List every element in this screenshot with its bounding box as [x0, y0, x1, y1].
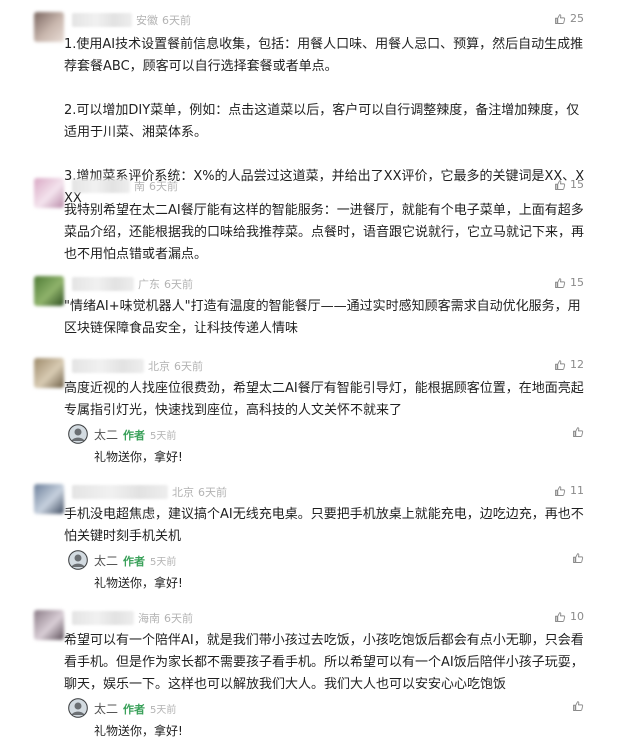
- comment-paragraph: "情绪AI+味觉机器人"打造有温度的智能餐厅——通过实时感知顾客需求自动优化服务…: [64, 299, 581, 336]
- avatar[interactable]: [34, 484, 64, 514]
- comment-text: 我特别希望在太二AI餐厅能有这样的智能服务：一进餐厅，就能有个电子菜单，上面有超…: [64, 200, 586, 266]
- like-button[interactable]: 15: [554, 178, 584, 191]
- timestamp: 6天前: [162, 14, 191, 27]
- like-button[interactable]: 25: [554, 12, 584, 25]
- username[interactable]: [72, 611, 134, 625]
- timestamp: 6天前: [149, 180, 178, 193]
- reply-timestamp: 5天前: [150, 705, 177, 716]
- like-button[interactable]: 11: [554, 484, 584, 497]
- reply-author-name[interactable]: 太二: [94, 426, 118, 443]
- timestamp: 6天前: [174, 360, 203, 373]
- reply-like-button[interactable]: [572, 552, 584, 564]
- username[interactable]: [72, 277, 134, 291]
- thumbs-up-icon: [572, 700, 584, 712]
- avatar[interactable]: [34, 358, 64, 388]
- comment-text: "情绪AI+味觉机器人"打造有温度的智能餐厅——通过实时感知顾客需求自动优化服务…: [64, 296, 586, 340]
- location: 海南: [138, 612, 160, 625]
- location: 广东: [138, 278, 160, 291]
- username[interactable]: [72, 359, 144, 373]
- comment-text: 手机没电超焦虑，建议搞个AI无线充电桌。只要把手机放桌上就能充电，边吃边充，再也…: [64, 504, 586, 548]
- author-badge: 作者: [123, 554, 146, 568]
- location: 北京: [148, 360, 170, 373]
- location: 北京: [172, 486, 194, 499]
- comment-paragraph: 希望可以有一个陪伴AI，就是我们带小孩过去吃饭，小孩吃饱饭后都会有点小无聊，只会…: [64, 633, 584, 692]
- username[interactable]: [72, 485, 168, 499]
- thumbs-up-icon: [554, 611, 566, 623]
- reply-header: 太二 作者 5天前: [94, 700, 176, 717]
- thumbs-up-icon: [554, 179, 566, 191]
- comment-text: 希望可以有一个陪伴AI，就是我们带小孩过去吃饭，小孩吃饱饭后都会有点小无聊，只会…: [64, 630, 586, 696]
- like-count: 15: [570, 178, 584, 191]
- timestamp: 6天前: [198, 486, 227, 499]
- like-button[interactable]: 12: [554, 358, 584, 371]
- like-button[interactable]: 15: [554, 276, 584, 289]
- reply-avatar[interactable]: [68, 550, 88, 570]
- reply-author-name[interactable]: 太二: [94, 700, 118, 717]
- author-badge: 作者: [123, 702, 146, 716]
- comment-text: 高度近视的人找座位很费劲，希望太二AI餐厅有智能引导灯，能根据顾客位置，在地面亮…: [64, 378, 586, 422]
- avatar[interactable]: [34, 276, 64, 306]
- thumbs-up-icon: [554, 359, 566, 371]
- thumbs-up-icon: [572, 426, 584, 438]
- reply-like-button[interactable]: [572, 700, 584, 712]
- timestamp: 6天前: [164, 612, 193, 625]
- like-count: 10: [570, 610, 584, 623]
- comment-meta: 南 6天前: [72, 178, 178, 194]
- reply-text: 礼物送你，拿好!: [94, 576, 183, 590]
- like-count: 25: [570, 12, 584, 25]
- reply-avatar[interactable]: [68, 698, 88, 718]
- comment-meta: 北京 6天前: [72, 484, 227, 500]
- comment-meta: 北京 6天前: [72, 358, 203, 374]
- reply-text: 礼物送你，拿好!: [94, 450, 183, 464]
- like-count: 15: [570, 276, 584, 289]
- reply-avatar[interactable]: [68, 424, 88, 444]
- reply-header: 太二 作者 5天前: [94, 426, 176, 443]
- reply-timestamp: 5天前: [150, 557, 177, 568]
- comment-paragraph: 1.使用AI技术设置餐前信息收集，包括：用餐人口味、用餐人忌口、预算，然后自动生…: [64, 37, 584, 74]
- thumbs-up-icon: [554, 485, 566, 497]
- thumbs-up-icon: [554, 13, 566, 25]
- reply-header: 太二 作者 5天前: [94, 552, 176, 569]
- like-button[interactable]: 10: [554, 610, 584, 623]
- comment-meta: 广东 6天前: [72, 276, 193, 292]
- reply-like-button[interactable]: [572, 426, 584, 438]
- avatar[interactable]: [34, 12, 64, 42]
- timestamp: 6天前: [164, 278, 193, 291]
- thumbs-up-icon: [554, 277, 566, 289]
- avatar[interactable]: [34, 178, 64, 208]
- comment-paragraph: 高度近视的人找座位很费劲，希望太二AI餐厅有智能引导灯，能根据顾客位置，在地面亮…: [64, 381, 584, 418]
- comment-meta: 海南 6天前: [72, 610, 193, 626]
- comment-paragraph: 手机没电超焦虑，建议搞个AI无线充电桌。只要把手机放桌上就能充电，边吃边充，再也…: [64, 507, 584, 544]
- avatar[interactable]: [34, 610, 64, 640]
- location: 安徽: [136, 14, 158, 27]
- reply-timestamp: 5天前: [150, 431, 177, 442]
- location: 南: [134, 180, 145, 193]
- thumbs-up-icon: [572, 552, 584, 564]
- like-count: 11: [570, 484, 584, 497]
- username[interactable]: [72, 13, 132, 27]
- comment-paragraph: 我特别希望在太二AI餐厅能有这样的智能服务：一进餐厅，就能有个电子菜单，上面有超…: [64, 203, 585, 262]
- username[interactable]: [72, 179, 130, 193]
- reply-author-name[interactable]: 太二: [94, 552, 118, 569]
- author-badge: 作者: [123, 428, 146, 442]
- like-count: 12: [570, 358, 584, 371]
- reply-text: 礼物送你，拿好!: [94, 724, 183, 738]
- comment-paragraph: 2.可以增加DIY菜单，例如：点击这道菜以后，客户可以自行调整辣度，备注增加辣度…: [64, 103, 580, 140]
- comment-meta: 安徽 6天前: [72, 12, 191, 28]
